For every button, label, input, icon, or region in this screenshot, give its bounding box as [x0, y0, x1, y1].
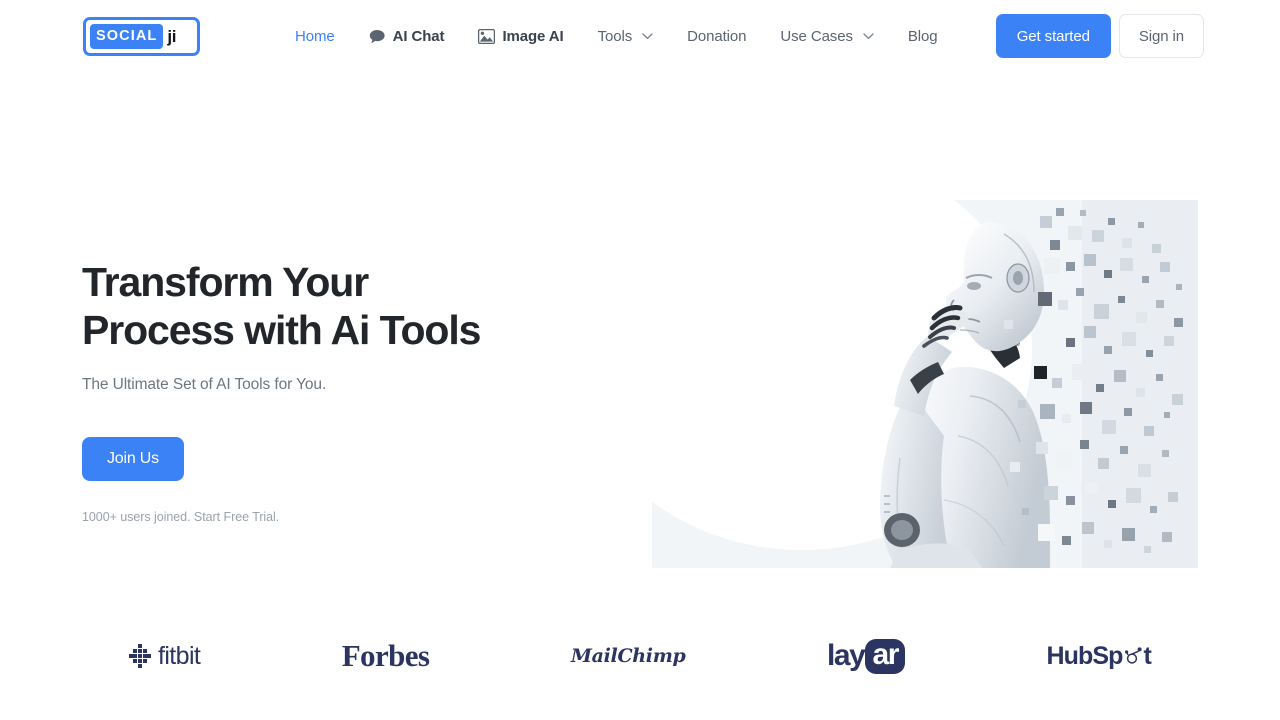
- logo-forbes: Forbes: [342, 633, 430, 679]
- nav-item-label: Use Cases: [780, 27, 853, 45]
- logo-badge: ar: [865, 638, 906, 674]
- sign-in-button[interactable]: Sign in: [1118, 14, 1204, 58]
- brand-logo[interactable]: SOCIAL ji: [83, 17, 200, 56]
- chevron-down-icon: [863, 32, 874, 40]
- main-navbar: SOCIAL ji Home AI Chat Image AI Tools Do…: [0, 0, 1280, 72]
- nav-item-label: Tools: [597, 27, 633, 45]
- hero-title-line-1: Transform Your: [82, 259, 369, 305]
- logo-hubspot: HubSp t: [1046, 633, 1152, 679]
- logo-label: Forbes: [341, 638, 430, 673]
- nav-item-use-cases[interactable]: Use Cases: [763, 20, 890, 53]
- hero-section: Transform Your Process with Ai Tools The…: [82, 258, 602, 524]
- robot-thinking-illustration: [652, 200, 1198, 568]
- logo-label-pre: HubSp: [1046, 641, 1124, 670]
- landing-page: SOCIAL ji Home AI Chat Image AI Tools Do…: [0, 0, 1280, 720]
- hero-social-proof-note: 1000+ users joined. Start Free Trial.: [82, 510, 280, 524]
- nav-item-label: Image AI: [502, 27, 564, 45]
- join-us-button[interactable]: Join Us: [82, 437, 184, 481]
- page-title: Transform Your Process with Ai Tools: [82, 258, 602, 354]
- logo-label-post: t: [1143, 641, 1152, 670]
- logo-label: lay: [826, 639, 866, 672]
- nav-item-donation[interactable]: Donation: [670, 20, 763, 53]
- nav-item-image-ai[interactable]: Image AI: [461, 20, 580, 53]
- hero-title-line-2: Process with Ai Tools: [82, 307, 481, 353]
- chat-bubble-icon: [369, 29, 386, 44]
- nav-item-label: Home: [295, 27, 335, 45]
- hero-subtitle: The Ultimate Set of AI Tools for You.: [82, 376, 327, 393]
- get-started-button[interactable]: Get started: [995, 14, 1111, 58]
- brand-logo-mark: SOCIAL: [90, 23, 164, 50]
- chevron-down-icon: [642, 32, 653, 40]
- nav-item-label: Donation: [687, 27, 747, 45]
- nav-links: Home AI Chat Image AI Tools Donation Use…: [278, 0, 954, 72]
- nav-item-label: Blog: [907, 27, 938, 45]
- logo-layar: lay ar: [826, 633, 906, 679]
- logo-label: MailChimp: [570, 645, 686, 667]
- logo-fitbit: fitbit: [129, 633, 201, 679]
- nav-item-home[interactable]: Home: [278, 20, 352, 53]
- nav-actions: Get started Sign in: [995, 14, 1204, 58]
- fitbit-dot-matrix-icon: [129, 644, 151, 668]
- nav-item-tools[interactable]: Tools: [581, 20, 671, 53]
- logo-label: fitbit: [158, 641, 201, 670]
- hero-image: [652, 200, 1198, 568]
- nav-item-label: AI Chat: [392, 27, 445, 45]
- hubspot-sprocket-icon: [1124, 646, 1143, 666]
- nav-item-ai-chat[interactable]: AI Chat: [352, 20, 462, 53]
- partner-logo-strip: fitbit Forbes MailChimp lay ar HubSp t: [83, 620, 1197, 692]
- brand-logo-suffix: ji: [167, 26, 177, 46]
- nav-item-blog[interactable]: Blog: [891, 20, 955, 53]
- layar-badge-wrap: ar: [864, 638, 906, 674]
- logo-mailchimp: MailChimp: [571, 633, 686, 679]
- image-icon: [478, 28, 496, 44]
